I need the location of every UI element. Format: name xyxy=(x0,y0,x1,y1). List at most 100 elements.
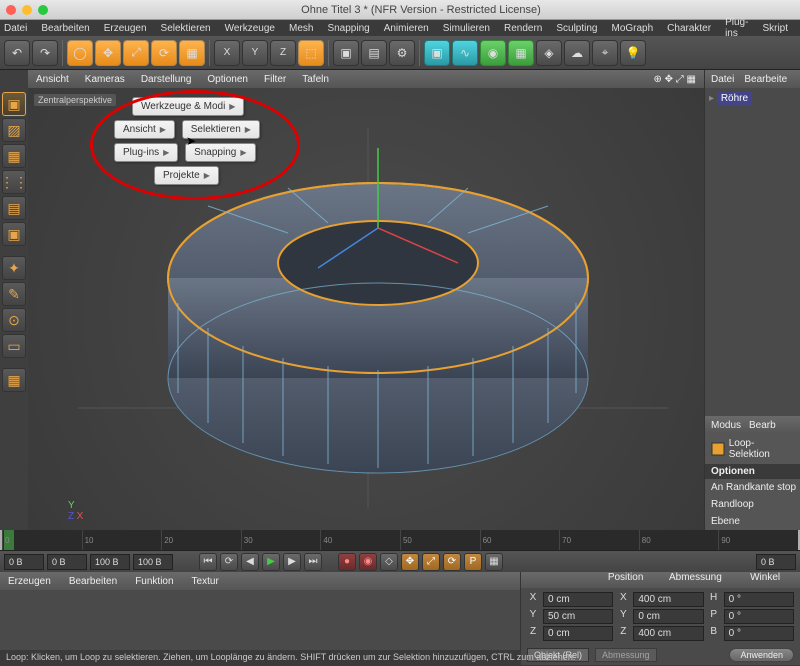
coord-dim-dropdown[interactable]: Abmessung xyxy=(595,648,657,662)
zoom-window-icon[interactable] xyxy=(38,5,48,15)
frame-range-lo[interactable]: 0 B xyxy=(47,554,87,570)
view-tafeln[interactable]: Tafeln xyxy=(302,74,329,85)
workplane-button[interactable]: ▭ xyxy=(2,334,26,358)
key-scale-button[interactable]: ⤢ xyxy=(422,553,440,571)
menu-animieren[interactable]: Animieren xyxy=(384,23,429,34)
object-tree[interactable]: ▸ Röhre xyxy=(705,88,800,416)
move-tool-button[interactable]: ✥ xyxy=(95,40,121,66)
goto-start-button[interactable]: ⏮ xyxy=(199,553,217,571)
live-select-button[interactable]: ◯ xyxy=(67,40,93,66)
point-mode-button[interactable]: ⋮⋮ xyxy=(2,170,26,194)
menu-mograph[interactable]: MoGraph xyxy=(611,23,653,34)
coord-system-button[interactable]: ⬚ xyxy=(298,40,324,66)
frame-range-mid[interactable]: 100 B xyxy=(90,554,130,570)
timeline[interactable]: 0 10 20 30 40 50 60 70 80 90 xyxy=(2,530,798,550)
dim-y-field[interactable]: 0 cm xyxy=(633,609,703,624)
apply-button[interactable]: Anwenden xyxy=(729,648,794,662)
menu-bearbeiten[interactable]: Bearbeiten xyxy=(41,23,89,34)
close-window-icon[interactable] xyxy=(6,5,16,15)
objmgr-tab-datei[interactable]: Datei xyxy=(711,74,734,85)
ang-p-field[interactable]: 0 ° xyxy=(724,609,794,624)
ctx-werkzeuge-modi[interactable]: Werkzeuge & Modi▶ xyxy=(132,97,244,116)
view-filter[interactable]: Filter xyxy=(264,74,286,85)
view-ansicht[interactable]: Ansicht xyxy=(36,74,69,85)
render-view-button[interactable]: ▣ xyxy=(333,40,359,66)
add-camera-button[interactable]: ⌖ xyxy=(592,40,618,66)
frame-start-a[interactable]: 0 B xyxy=(4,554,44,570)
menu-snapping[interactable]: Snapping xyxy=(327,23,369,34)
redo-button[interactable]: ↷ xyxy=(32,40,58,66)
opt-randkante[interactable]: An Randkante stop xyxy=(705,479,800,496)
key-rot-button[interactable]: ⟳ xyxy=(443,553,461,571)
autokey-button[interactable]: ◉ xyxy=(359,553,377,571)
lower-funktion[interactable]: Funktion xyxy=(135,576,173,587)
frame-range-hi[interactable]: 100 B xyxy=(133,554,173,570)
opt-ebene[interactable]: Ebene xyxy=(705,513,800,530)
frame-end-b[interactable]: 0 B xyxy=(756,554,796,570)
next-frame-button[interactable]: ▶ xyxy=(283,553,301,571)
dim-z-field[interactable]: 400 cm xyxy=(633,626,703,641)
menu-datei[interactable]: Datei xyxy=(4,23,27,34)
add-light-button[interactable]: 💡 xyxy=(620,40,646,66)
prev-frame-button[interactable]: ◀ xyxy=(241,553,259,571)
texture-mode-button[interactable]: ▦ xyxy=(2,144,26,168)
snap-button[interactable]: ⊙ xyxy=(2,308,26,332)
lower-textur[interactable]: Textur xyxy=(192,576,219,587)
keyframe-button[interactable]: ◇ xyxy=(380,553,398,571)
attr-tab-bearb[interactable]: Bearb xyxy=(749,420,776,431)
pos-y-field[interactable]: 50 cm xyxy=(543,609,613,624)
key-pos-button[interactable]: ✥ xyxy=(401,553,419,571)
x-axis-button[interactable]: X xyxy=(214,40,240,66)
add-mograph-button[interactable]: ▦ xyxy=(508,40,534,66)
menu-selektieren[interactable]: Selektieren xyxy=(161,23,211,34)
view-optionen[interactable]: Optionen xyxy=(207,74,248,85)
menu-erzeugen[interactable]: Erzeugen xyxy=(104,23,147,34)
model-mode-button[interactable]: ▣ xyxy=(2,92,26,116)
viewport-nav-icon[interactable]: ⊕ ✥ ⤢ ▦ xyxy=(653,74,696,85)
ang-b-field[interactable]: 0 ° xyxy=(724,626,794,641)
y-axis-button[interactable]: Y xyxy=(242,40,268,66)
menu-rendern[interactable]: Rendern xyxy=(504,23,542,34)
add-spline-button[interactable]: ∿ xyxy=(452,40,478,66)
ctx-plugins[interactable]: Plug-ins▶ xyxy=(114,143,178,162)
tweak-mode-button[interactable]: ✎ xyxy=(2,282,26,306)
play-button[interactable]: ▶ xyxy=(262,553,280,571)
rotate-tool-button[interactable]: ⟳ xyxy=(151,40,177,66)
edge-mode-button[interactable]: ▤ xyxy=(2,196,26,220)
menu-sculpting[interactable]: Sculpting xyxy=(556,23,597,34)
lower-bearbeiten[interactable]: Bearbeiten xyxy=(69,576,117,587)
view-kameras[interactable]: Kameras xyxy=(85,74,125,85)
polygon-mode-button[interactable]: ▣ xyxy=(2,222,26,246)
menu-mesh[interactable]: Mesh xyxy=(289,23,313,34)
record-button[interactable]: ● xyxy=(338,553,356,571)
scale-tool-button[interactable]: ⤢ xyxy=(123,40,149,66)
opt-randloop[interactable]: Randloop xyxy=(705,496,800,513)
minimize-window-icon[interactable] xyxy=(22,5,32,15)
attr-tab-modus[interactable]: Modus xyxy=(711,420,741,431)
menu-plugins[interactable]: Plug-ins xyxy=(725,17,748,39)
key-pla-button[interactable]: P xyxy=(464,553,482,571)
view-darstellung[interactable]: Darstellung xyxy=(141,74,192,85)
add-primitive-button[interactable]: ▣ xyxy=(424,40,450,66)
menu-werkzeuge[interactable]: Werkzeuge xyxy=(225,23,275,34)
z-axis-button[interactable]: Z xyxy=(270,40,296,66)
misc-mode-button[interactable]: ▦ xyxy=(2,368,26,392)
axis-mode-button[interactable]: ✦ xyxy=(2,256,26,280)
loop-button[interactable]: ⟳ xyxy=(220,553,238,571)
last-tool-button[interactable]: ▦ xyxy=(179,40,205,66)
goto-end-button[interactable]: ⏭ xyxy=(304,553,322,571)
ctx-ansicht[interactable]: Ansicht▶ xyxy=(114,120,175,139)
object-roehre[interactable]: Röhre xyxy=(717,92,752,105)
key-misc-button[interactable]: ▦ xyxy=(485,553,503,571)
render-settings-button[interactable]: ⚙ xyxy=(389,40,415,66)
add-generator-button[interactable]: ◉ xyxy=(480,40,506,66)
add-deformer-button[interactable]: ◈ xyxy=(536,40,562,66)
ctx-projekte[interactable]: Projekte▶ xyxy=(154,166,219,185)
menu-charakter[interactable]: Charakter xyxy=(667,23,711,34)
render-pv-button[interactable]: ▤ xyxy=(361,40,387,66)
menu-skript[interactable]: Skript xyxy=(762,23,788,34)
object-mode-button[interactable]: ▨ xyxy=(2,118,26,142)
lower-erzeugen[interactable]: Erzeugen xyxy=(8,576,51,587)
add-environment-button[interactable]: ☁ xyxy=(564,40,590,66)
undo-button[interactable]: ↶ xyxy=(4,40,30,66)
